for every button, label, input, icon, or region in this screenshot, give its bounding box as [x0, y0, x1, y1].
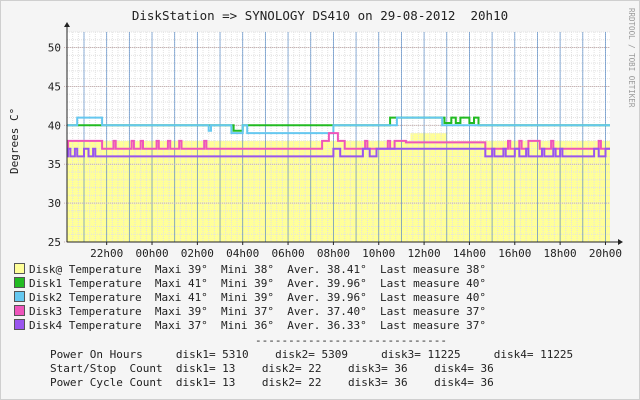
y-tick-label: 40: [48, 119, 61, 132]
temperature-plot: 25 30 35 40 45 50 22h00 00h00 02h00 04h00 06h00 08h…: [48, 22, 623, 260]
legend-row-disk-avg: Disk@ Temperature Maxi 39° Mini 38° Aver…: [14, 263, 486, 277]
x-tick-label: 10h00: [362, 247, 395, 260]
legend-row-disk2: Disk2 Temperature Maxi 41° Mini 39° Aver…: [14, 291, 486, 305]
legend-text: Disk3 Temperature Maxi 39° Mini 37° Aver…: [29, 305, 486, 318]
x-tick-label: 18h00: [544, 247, 577, 260]
legend-text: Disk@ Temperature Maxi 39° Mini 38° Aver…: [29, 263, 486, 276]
legend-swatch: [14, 277, 25, 288]
x-tick-label: 16h00: [498, 247, 531, 260]
x-tick-label: 00h00: [135, 247, 168, 260]
legend: Disk@ Temperature Maxi 39° Mini 38° Aver…: [14, 263, 486, 333]
power-on-hours-row: Power On Hours disk1= 5310 disk2= 5309 d…: [50, 348, 574, 361]
legend-row-disk3: Disk3 Temperature Maxi 39° Mini 37° Aver…: [14, 305, 486, 319]
y-tick-label: 50: [48, 42, 61, 55]
legend-text: Disk4 Temperature Maxi 37° Mini 36° Aver…: [29, 319, 486, 332]
legend-swatch: [14, 263, 25, 274]
x-tick-label: 14h00: [453, 247, 486, 260]
legend-swatch: [14, 305, 25, 316]
x-tick-label: 02h00: [181, 247, 214, 260]
y-tick-label: 25: [48, 236, 61, 249]
x-tick-label: 12h00: [408, 247, 441, 260]
legend-swatch: [14, 291, 25, 302]
x-tick-label: 20h00: [589, 247, 622, 260]
legend-text: Disk1 Temperature Maxi 41° Mini 39° Aver…: [29, 277, 486, 290]
legend-row-disk4: Disk4 Temperature Maxi 37° Mini 36° Aver…: [14, 319, 486, 333]
y-tick-label: 35: [48, 158, 61, 171]
legend-text: Disk2 Temperature Maxi 41° Mini 39° Aver…: [29, 291, 486, 304]
x-axis-arrow: [618, 239, 623, 245]
power-cycle-count-row: Power Cycle Count disk1= 13 disk2= 22 di…: [50, 376, 494, 389]
y-tick-label: 30: [48, 197, 61, 210]
x-tick-label: 08h00: [317, 247, 350, 260]
x-tick-label: 22h00: [90, 247, 123, 260]
start-stop-count-row: Start/Stop Count disk1= 13 disk2= 22 dis…: [50, 362, 494, 375]
x-tick-label: 04h00: [226, 247, 259, 260]
smart-stats: Power On Hours disk1= 5310 disk2= 5309 d…: [50, 334, 573, 390]
legend-row-disk1: Disk1 Temperature Maxi 41° Mini 39° Aver…: [14, 277, 486, 291]
legend-swatch: [14, 319, 25, 330]
x-tick-label: 06h00: [271, 247, 304, 260]
y-axis-arrow: [64, 22, 70, 27]
y-tick-label: 45: [48, 80, 61, 93]
